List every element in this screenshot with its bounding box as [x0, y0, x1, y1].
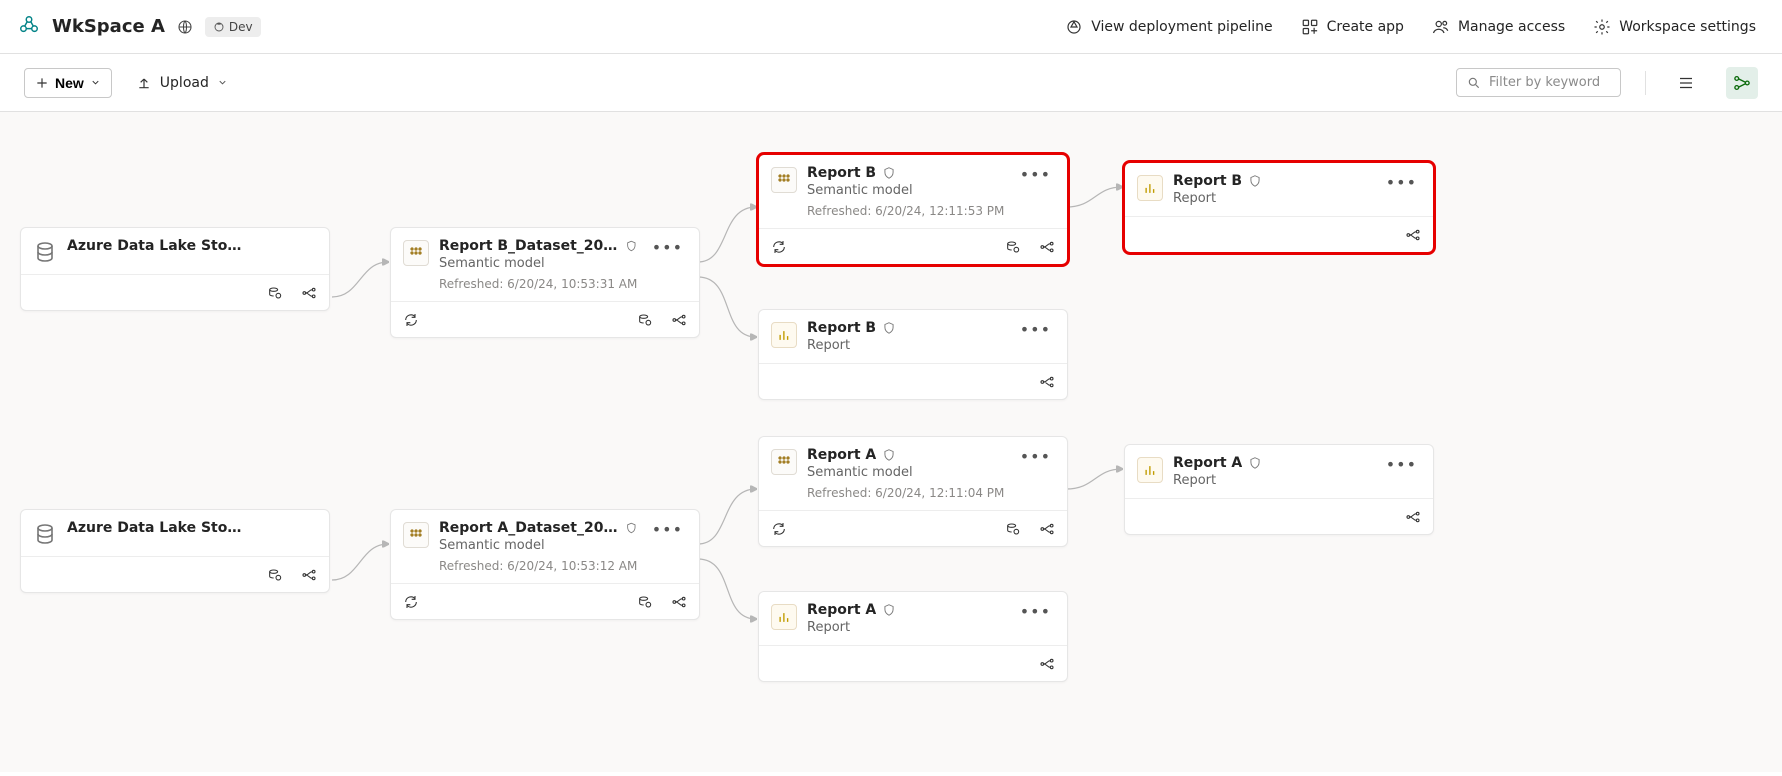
shield-icon	[882, 166, 896, 180]
gateway-icon[interactable]	[635, 310, 655, 330]
lineage-icon[interactable]	[669, 310, 689, 330]
lineage-icon[interactable]	[1037, 519, 1057, 539]
node-semantic-model-b[interactable]: Report B Semantic model Refreshed: 6/20/…	[758, 154, 1068, 265]
database-icon	[33, 522, 57, 546]
toolbar: New Upload Filter by keyword	[0, 54, 1782, 112]
more-icon[interactable]: •••	[1016, 320, 1055, 353]
gateway-icon[interactable]	[265, 565, 285, 585]
top-bar: WkSpace A Dev View deployment pipeline C…	[0, 0, 1782, 54]
globe-icon	[177, 19, 193, 35]
new-button[interactable]: New	[24, 68, 112, 98]
node-report-b2[interactable]: Report B Report •••	[758, 309, 1068, 400]
semantic-model-icon	[771, 167, 797, 193]
more-icon[interactable]: •••	[1382, 173, 1421, 206]
node-source-adls-a[interactable]: Azure Data Lake Storage Gen2	[20, 509, 330, 593]
node-source-adls-b[interactable]: Azure Data Lake Storage Gen2	[20, 227, 330, 311]
node-semantic-model-a[interactable]: Report A Semantic model Refreshed: 6/20/…	[758, 436, 1068, 547]
node-report-a2[interactable]: Report A Report •••	[758, 591, 1068, 682]
shield-icon	[882, 603, 896, 617]
view-pipeline-link[interactable]: View deployment pipeline	[1057, 12, 1280, 42]
stage-pill: Dev	[205, 17, 261, 37]
upload-button[interactable]: Upload	[136, 75, 228, 91]
more-icon[interactable]: •••	[1016, 165, 1055, 218]
refresh-icon[interactable]	[769, 237, 789, 257]
report-icon	[1137, 457, 1163, 483]
lineage-icon[interactable]	[299, 565, 319, 585]
lineage-icon[interactable]	[1037, 372, 1057, 392]
manage-access-link[interactable]: Manage access	[1424, 12, 1573, 42]
report-icon	[1137, 175, 1163, 201]
workspace-icon	[18, 14, 40, 40]
lineage-view-toggle[interactable]	[1726, 67, 1758, 99]
workspace-title: WkSpace A	[52, 16, 165, 37]
semantic-model-icon	[771, 449, 797, 475]
gateway-icon[interactable]	[635, 592, 655, 612]
refresh-icon[interactable]	[401, 310, 421, 330]
search-icon	[1467, 76, 1481, 90]
refresh-icon[interactable]	[401, 592, 421, 612]
stage-label: Dev	[229, 20, 253, 34]
more-icon[interactable]: •••	[648, 238, 687, 291]
more-icon[interactable]: •••	[1382, 455, 1421, 488]
shield-icon	[882, 321, 896, 335]
gateway-icon[interactable]	[265, 283, 285, 303]
lineage-icon[interactable]	[299, 283, 319, 303]
node-dataset-b[interactable]: Report B_Dataset_2060000_ae17... Semanti…	[390, 227, 700, 338]
workspace-settings-link[interactable]: Workspace settings	[1585, 12, 1764, 42]
lineage-icon[interactable]	[1037, 237, 1057, 257]
more-icon[interactable]: •••	[648, 520, 687, 573]
lineage-icon[interactable]	[1403, 225, 1423, 245]
lineage-icon[interactable]	[1403, 507, 1423, 527]
shield-icon	[882, 448, 896, 462]
gateway-icon[interactable]	[1003, 519, 1023, 539]
shield-icon	[1248, 174, 1262, 188]
semantic-model-icon	[403, 522, 429, 548]
semantic-model-icon	[403, 240, 429, 266]
shield-icon	[625, 521, 638, 535]
filter-input[interactable]: Filter by keyword	[1456, 68, 1621, 97]
report-icon	[771, 604, 797, 630]
shield-icon	[1248, 456, 1262, 470]
report-icon	[771, 322, 797, 348]
create-app-link[interactable]: Create app	[1293, 12, 1412, 42]
list-view-toggle[interactable]	[1670, 67, 1702, 99]
node-report-a-out[interactable]: Report A Report •••	[1124, 444, 1434, 535]
gateway-icon[interactable]	[1003, 237, 1023, 257]
more-icon[interactable]: •••	[1016, 602, 1055, 635]
lineage-icon[interactable]	[1037, 654, 1057, 674]
node-report-b-out[interactable]: Report B Report •••	[1124, 162, 1434, 253]
shield-icon	[625, 239, 638, 253]
node-dataset-a[interactable]: Report A_Dataset_2060000_2245... Semanti…	[390, 509, 700, 620]
database-icon	[33, 240, 57, 264]
lineage-canvas[interactable]: Azure Data Lake Storage Gen2 Report B_Da…	[0, 112, 1782, 772]
more-icon[interactable]: •••	[1016, 447, 1055, 500]
refresh-icon[interactable]	[769, 519, 789, 539]
lineage-icon[interactable]	[669, 592, 689, 612]
